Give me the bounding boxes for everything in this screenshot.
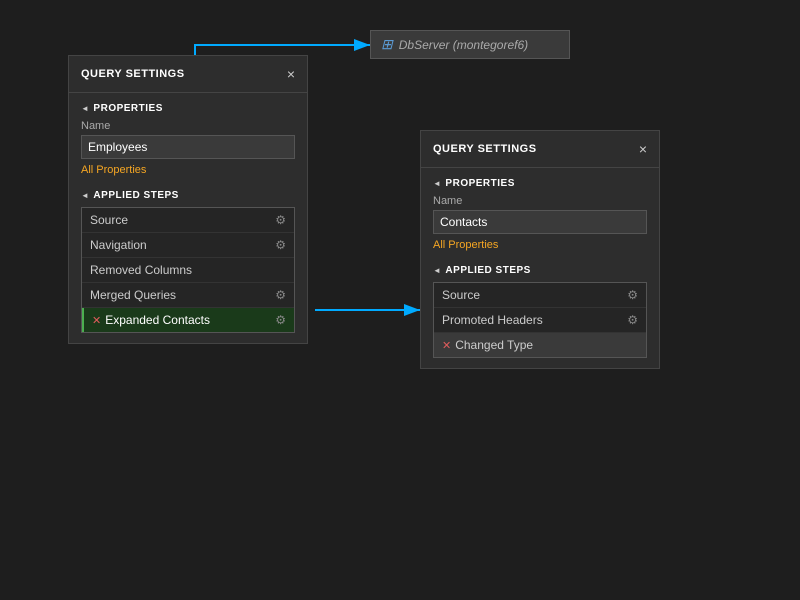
step-label: Source: [442, 288, 480, 302]
panel2-step-item[interactable]: Promoted Headers ⚙: [434, 308, 646, 333]
panel2-name-input[interactable]: [433, 210, 647, 234]
panel1-step-item[interactable]: Merged Queries ⚙: [82, 283, 294, 308]
panel1-applied-steps-section: APPLIED STEPS Source ⚙ Navigation ⚙ Removed …: [69, 186, 307, 343]
db-icon: ⊞: [381, 36, 393, 53]
panel1-step-item[interactable]: Removed Columns: [82, 258, 294, 283]
step-gear-icon[interactable]: ⚙: [275, 213, 286, 227]
db-server-bar: ⊞ DbServer (montegoref6): [370, 30, 570, 59]
panel2-properties-header: PROPERTIES: [433, 178, 647, 189]
panel2-step-item[interactable]: Source ⚙: [434, 283, 646, 308]
step-gear-icon[interactable]: ⚙: [275, 288, 286, 302]
step-gear-icon[interactable]: ⚙: [275, 313, 286, 327]
panel2-step-item[interactable]: ✕ Changed Type: [434, 333, 646, 357]
panel2-properties-section: PROPERTIES Name All Properties: [421, 168, 659, 261]
step-gear-icon[interactable]: ⚙: [275, 238, 286, 252]
panel2-all-properties-link[interactable]: All Properties: [433, 239, 647, 251]
panel1-properties-section: PROPERTIES Name All Properties: [69, 93, 307, 186]
step-label: Navigation: [90, 238, 147, 252]
panel1-header: QUERY SETTINGS ×: [69, 56, 307, 93]
panel1-step-item[interactable]: Source ⚙: [82, 208, 294, 233]
panel1-step-item[interactable]: ✕ Expanded Contacts ⚙: [82, 308, 294, 332]
panel2-close-button[interactable]: ×: [639, 141, 647, 157]
panel1-all-properties-link[interactable]: All Properties: [81, 164, 295, 176]
step-gear-icon[interactable]: ⚙: [627, 288, 638, 302]
employees-panel: QUERY SETTINGS × PROPERTIES Name All Pro…: [68, 55, 308, 344]
panel2-name-label: Name: [433, 195, 647, 207]
step-error-icon: ✕: [92, 314, 101, 327]
panel1-steps-list: Source ⚙ Navigation ⚙ Removed Columns Merged …: [81, 207, 295, 333]
panel2-steps-list: Source ⚙ Promoted Headers ⚙ ✕ Changed Type: [433, 282, 647, 358]
panel1-name-label: Name: [81, 120, 295, 132]
panel2-applied-steps-section: APPLIED STEPS Source ⚙ Promoted Headers ⚙ ✕ C…: [421, 261, 659, 368]
step-label: Merged Queries: [90, 288, 176, 302]
panel1-title: QUERY SETTINGS: [81, 68, 185, 80]
step-label: Source: [90, 213, 128, 227]
panel1-steps-header: APPLIED STEPS: [81, 190, 295, 201]
panel2-title: QUERY SETTINGS: [433, 143, 537, 155]
db-server-text: DbServer (montegoref6): [399, 38, 528, 52]
step-label: Expanded Contacts: [105, 313, 210, 327]
step-label: Changed Type: [455, 338, 533, 352]
step-label: Removed Columns: [90, 263, 192, 277]
panel1-properties-header: PROPERTIES: [81, 103, 295, 114]
panel1-step-item[interactable]: Navigation ⚙: [82, 233, 294, 258]
panel2-steps-header: APPLIED STEPS: [433, 265, 647, 276]
step-label: Promoted Headers: [442, 313, 543, 327]
step-gear-icon[interactable]: ⚙: [627, 313, 638, 327]
contacts-panel: QUERY SETTINGS × PROPERTIES Name All Pro…: [420, 130, 660, 369]
step-error-icon: ✕: [442, 339, 451, 352]
panel2-header: QUERY SETTINGS ×: [421, 131, 659, 168]
panel1-close-button[interactable]: ×: [287, 66, 295, 82]
panel1-name-input[interactable]: [81, 135, 295, 159]
